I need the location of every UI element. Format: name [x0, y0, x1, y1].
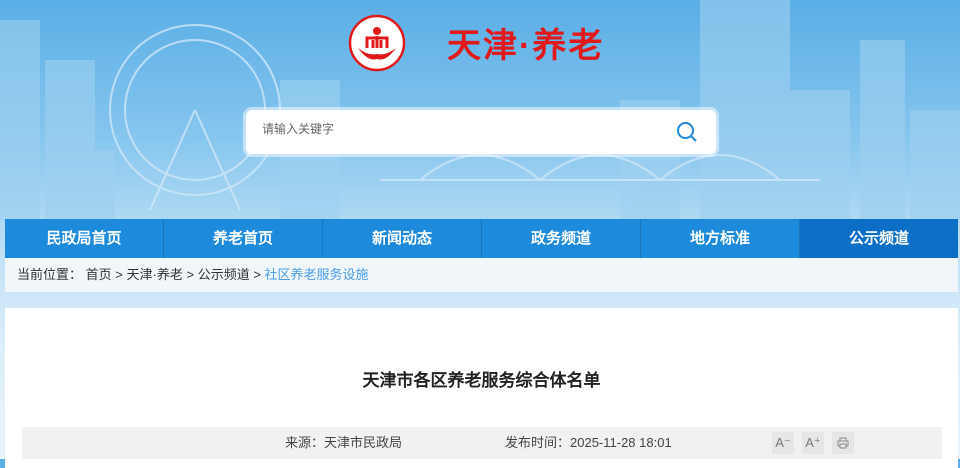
article-panel: 天津市各区养老服务综合体名单 来源：天津市民政局 发布时间：2025-11-28… [5, 308, 958, 468]
breadcrumb-prefix: 当前位置： [17, 267, 83, 282]
breadcrumb-home[interactable]: 首页 [86, 267, 112, 282]
article-title: 天津市各区养老服务综合体名单 [362, 371, 601, 390]
nav-item-mca-home[interactable]: 民政局首页 [5, 219, 164, 258]
font-decrease-button[interactable]: A⁻ [772, 432, 794, 454]
nav-item-news[interactable]: 新闻动态 [323, 219, 482, 258]
breadcrumb-separator: > [253, 267, 265, 282]
nav-item-elderly-home[interactable]: 养老首页 [164, 219, 323, 258]
search-icon[interactable] [676, 121, 698, 148]
civil-affairs-logo [348, 14, 406, 72]
breadcrumb-tianjin-elderly[interactable]: 天津·养老 [127, 267, 183, 282]
nav-item-announcements[interactable]: 公示频道 [800, 219, 958, 258]
breadcrumb: 当前位置： 首页 > 天津·养老 > 公示频道 > 社区养老服务设施 [5, 258, 958, 292]
font-increase-button[interactable]: A⁺ [802, 432, 824, 454]
article-meta-bar: 来源：天津市民政局 发布时间：2025-11-28 18:01 A⁻ A⁺ [22, 427, 942, 459]
search-box [246, 110, 716, 154]
print-icon[interactable] [832, 432, 854, 454]
article-publish-time: 发布时间：2025-11-28 18:01 [505, 435, 672, 450]
nav-item-government[interactable]: 政务频道 [482, 219, 641, 258]
main-nav: 民政局首页 养老首页 新闻动态 政务频道 地方标准 公示频道 [5, 219, 958, 258]
breadcrumb-announcements[interactable]: 公示频道 [198, 267, 250, 282]
breadcrumb-current[interactable]: 社区养老服务设施 [265, 267, 369, 282]
site-title: 天津·养老 [447, 27, 605, 65]
search-input[interactable] [262, 122, 662, 136]
article-source: 来源：天津市民政局 [285, 435, 403, 450]
breadcrumb-separator: > [186, 267, 198, 282]
nav-item-local-standards[interactable]: 地方标准 [641, 219, 800, 258]
breadcrumb-separator: > [115, 267, 127, 282]
